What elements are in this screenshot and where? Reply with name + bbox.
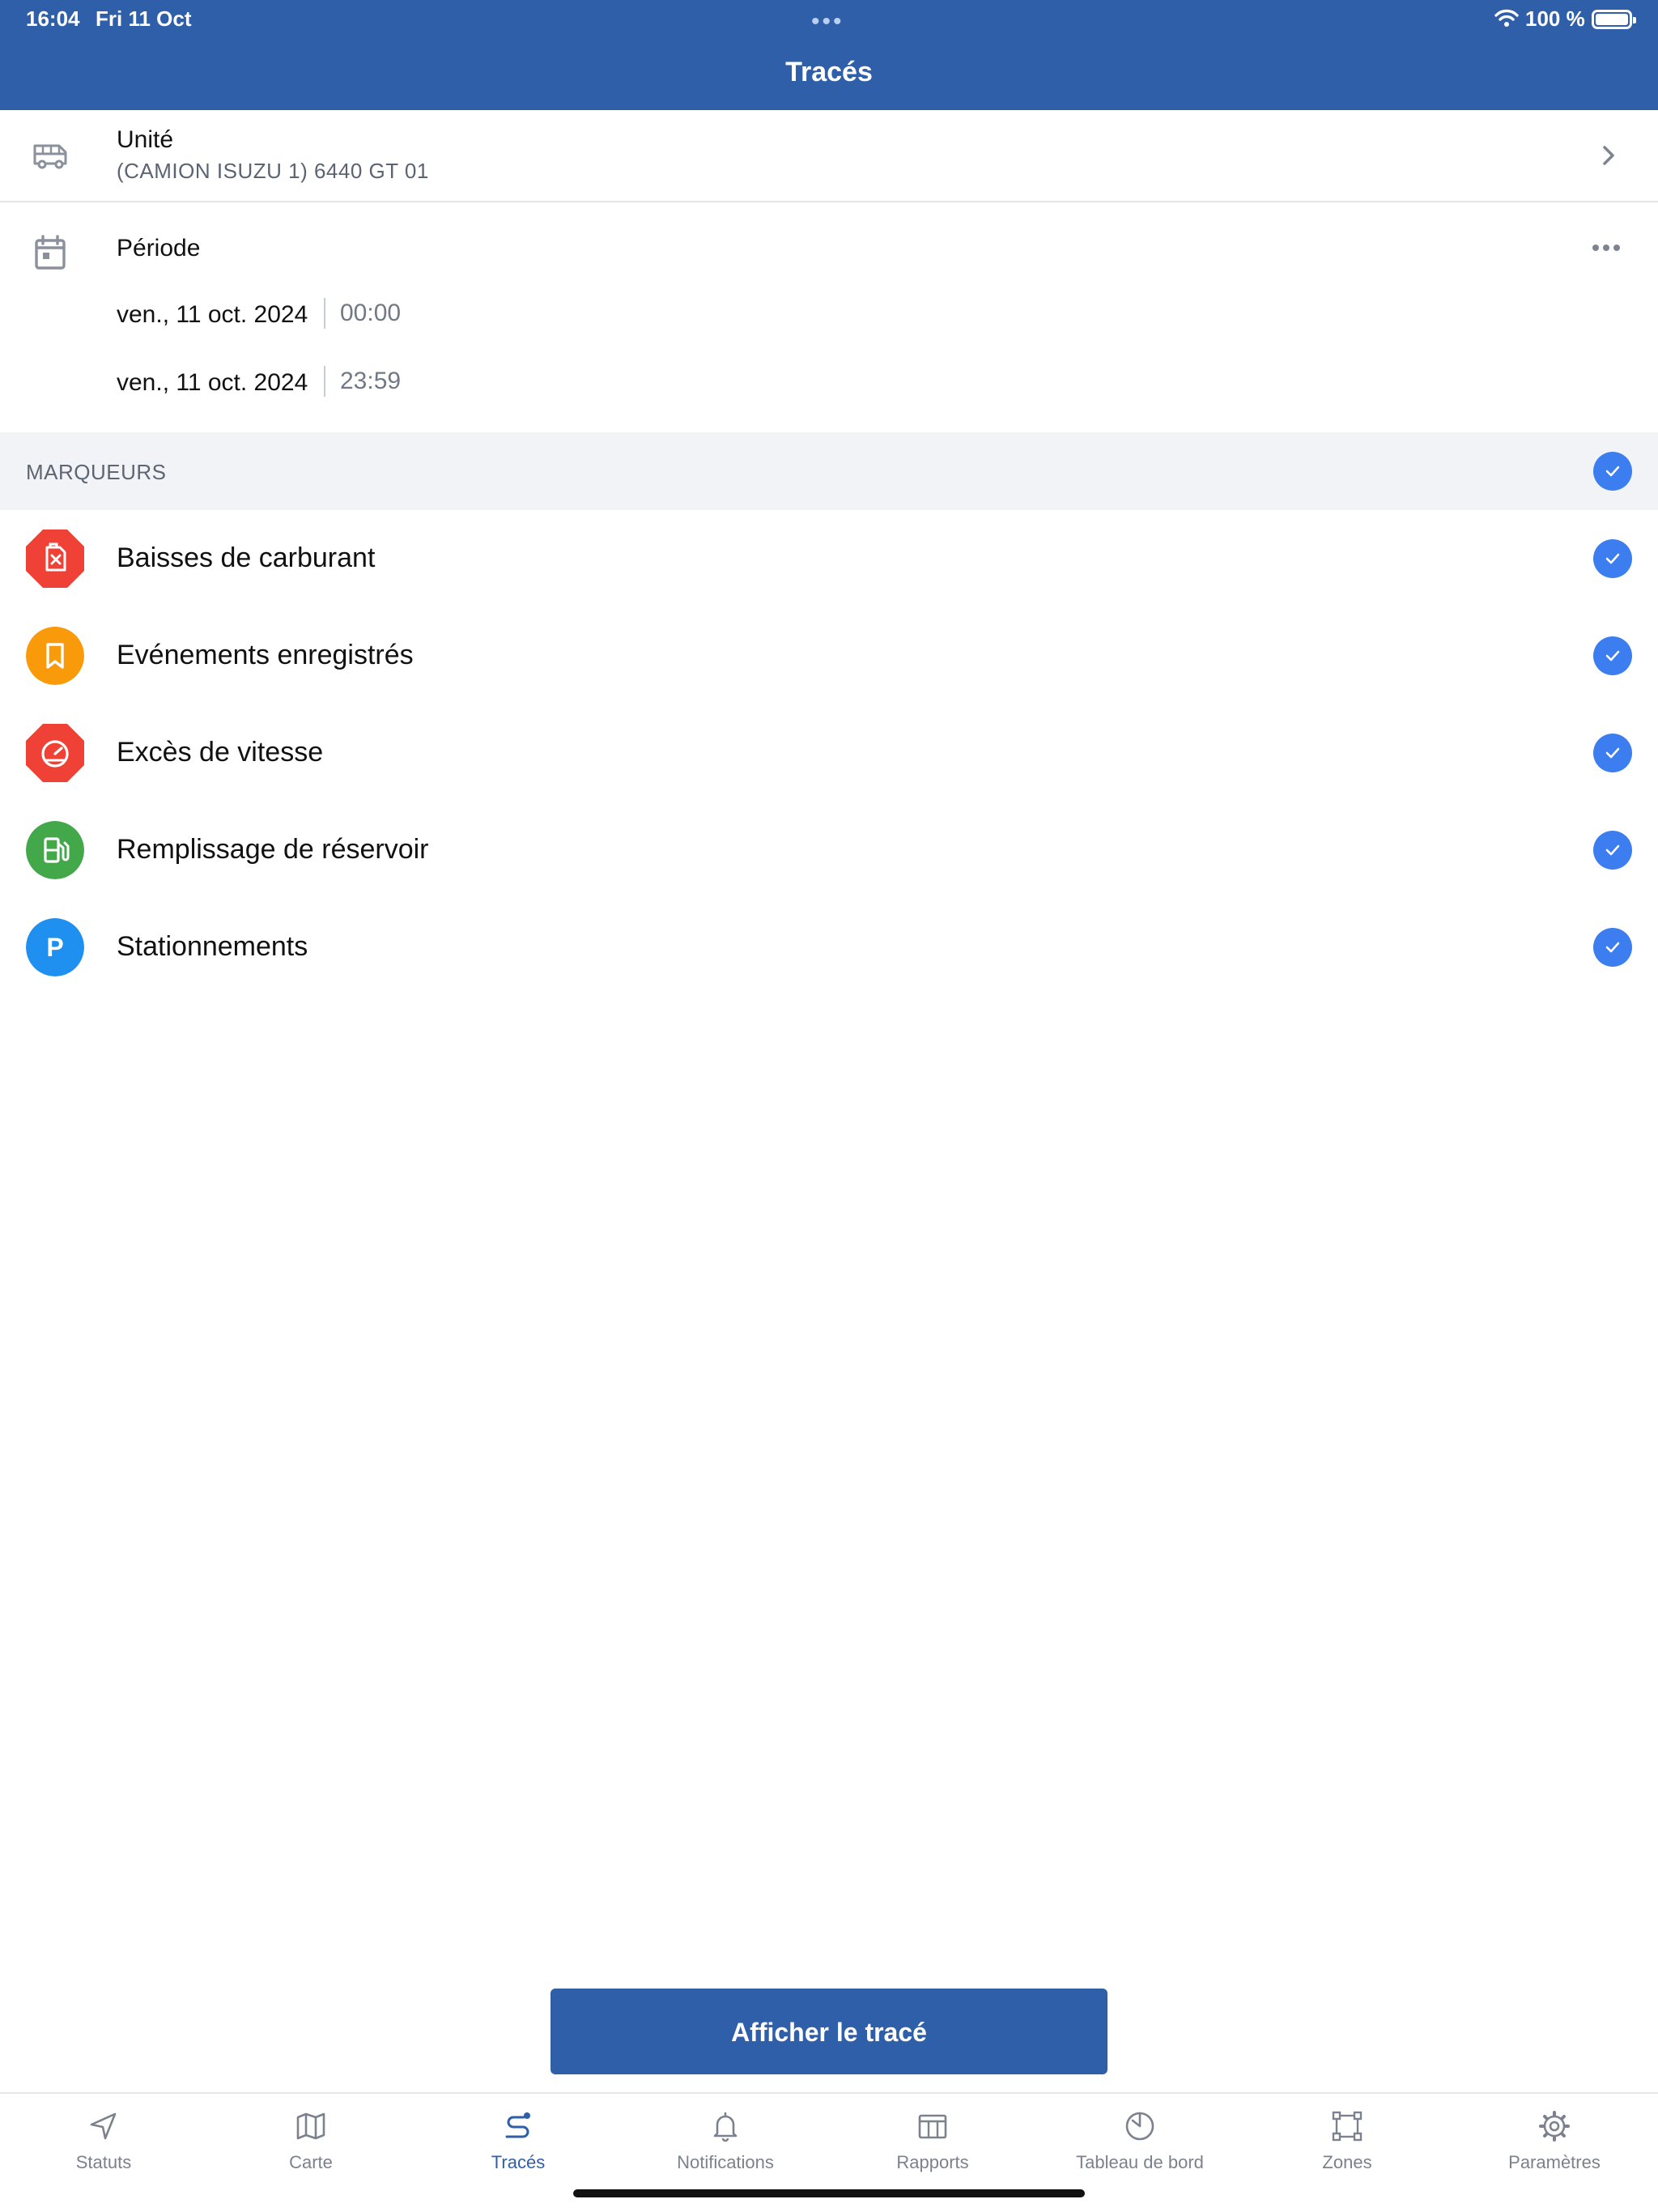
route-icon (505, 2112, 530, 2138)
checkmark-icon (1605, 650, 1620, 661)
checkmark-icon (1605, 553, 1620, 564)
checkmark-icon (1605, 942, 1620, 953)
markers-section-title: MARQUEURS (26, 460, 167, 484)
more-options-icon[interactable] (1592, 243, 1621, 253)
to-date[interactable]: ven., 11 oct. 2024 (117, 369, 308, 397)
tab-label: Tracés (491, 2152, 546, 2172)
checkmark-icon (1605, 466, 1620, 477)
period-section: Période ven., 11 oct. 2024 00:00 ven., 1… (0, 204, 1658, 432)
battery-icon (1592, 10, 1636, 29)
from-date[interactable]: ven., 11 oct. 2024 (117, 301, 308, 329)
multitasking-dots-icon[interactable]: ••• (811, 8, 844, 36)
marker-item-fuel-drops[interactable]: Baisses de carburant (0, 510, 1658, 607)
speedometer-icon (26, 724, 84, 782)
checkmark-icon (1605, 747, 1620, 759)
tab-traces[interactable]: Tracés (414, 2094, 622, 2183)
tab-tableau-de-bord[interactable]: Tableau de bord (1036, 2094, 1244, 2183)
show-track-button[interactable]: Afficher le tracé (551, 1989, 1107, 2074)
to-time[interactable]: 23:59 (340, 368, 401, 395)
tab-statuts[interactable]: Statuts (0, 2094, 207, 2183)
unit-value: (CAMION ISUZU 1) 6440 GT 01 (117, 159, 429, 183)
tab-label: Rapports (896, 2152, 969, 2172)
tab-carte[interactable]: Carte (207, 2094, 414, 2183)
unit-label: Unité (117, 126, 174, 153)
chevron-right-icon (1603, 146, 1614, 165)
map-icon (296, 2112, 325, 2140)
marker-checkbox[interactable] (1593, 928, 1632, 967)
marker-item-speeding[interactable]: Excès de vitesse (0, 704, 1658, 802)
gear-icon (1539, 2111, 1570, 2142)
tab-label: Tableau de bord (1076, 2152, 1204, 2172)
fuel-drop-icon (26, 530, 84, 588)
wifi-icon (1494, 9, 1519, 27)
tab-label: Zones (1322, 2152, 1372, 2172)
parking-icon: P (26, 918, 84, 976)
navigation-arrow-icon (90, 2112, 117, 2140)
tab-rapports[interactable]: Rapports (829, 2094, 1036, 2183)
marker-item-tank-filling[interactable]: Remplissage de réservoir (0, 802, 1658, 899)
tab-zones[interactable]: Zones (1244, 2094, 1451, 2183)
tab-label: Paramètres (1508, 2152, 1601, 2172)
fuel-pump-icon (26, 821, 84, 879)
truck-icon (33, 144, 67, 169)
tab-notifications[interactable]: Notifications (622, 2094, 829, 2183)
marker-label: Baisses de carburant (117, 542, 376, 573)
parking-letter: P (46, 933, 63, 962)
select-all-checkbox[interactable] (1593, 452, 1632, 491)
page-title: Tracés (785, 57, 873, 87)
home-indicator[interactable] (573, 2189, 1085, 2197)
marker-checkbox[interactable] (1593, 636, 1632, 675)
marker-checkbox[interactable] (1593, 831, 1632, 870)
marker-label: Remplissage de réservoir (117, 834, 429, 865)
status-date: Fri 11 Oct (96, 6, 192, 31)
report-table-icon (918, 2114, 947, 2139)
marker-checkbox[interactable] (1593, 734, 1632, 772)
date-time-divider (324, 298, 325, 329)
marker-label: Stationnements (117, 931, 308, 962)
app-header: 16:04 Fri 11 Oct ••• 100 % Tracés (0, 0, 1658, 110)
marker-label: Excès de vitesse (117, 737, 324, 768)
tab-parametres[interactable]: Paramètres (1451, 2094, 1658, 2183)
period-label: Période (117, 235, 201, 262)
markers-section-header: MARQUEURS (0, 432, 1658, 510)
bookmark-icon (26, 627, 84, 685)
marker-item-parking[interactable]: P Stationnements (0, 899, 1658, 996)
battery-percent: 100 % (1525, 6, 1585, 31)
calendar-icon (35, 235, 66, 270)
marker-checkbox[interactable] (1593, 539, 1632, 578)
from-time[interactable]: 00:00 (340, 300, 401, 327)
zones-polygon-icon (1332, 2111, 1363, 2142)
tab-label: Statuts (75, 2152, 132, 2172)
bell-icon (713, 2112, 738, 2142)
unit-selector[interactable]: Unité (CAMION ISUZU 1) 6440 GT 01 (0, 110, 1658, 202)
tab-label: Carte (289, 2152, 333, 2172)
checkmark-icon (1605, 844, 1620, 856)
marker-item-events[interactable]: Evénements enregistrés (0, 607, 1658, 704)
status-time: 16:04 (26, 6, 80, 31)
marker-label: Evénements enregistrés (117, 640, 414, 670)
tab-label: Notifications (677, 2152, 774, 2172)
date-time-divider (324, 366, 325, 397)
dashboard-clock-icon (1125, 2112, 1154, 2141)
